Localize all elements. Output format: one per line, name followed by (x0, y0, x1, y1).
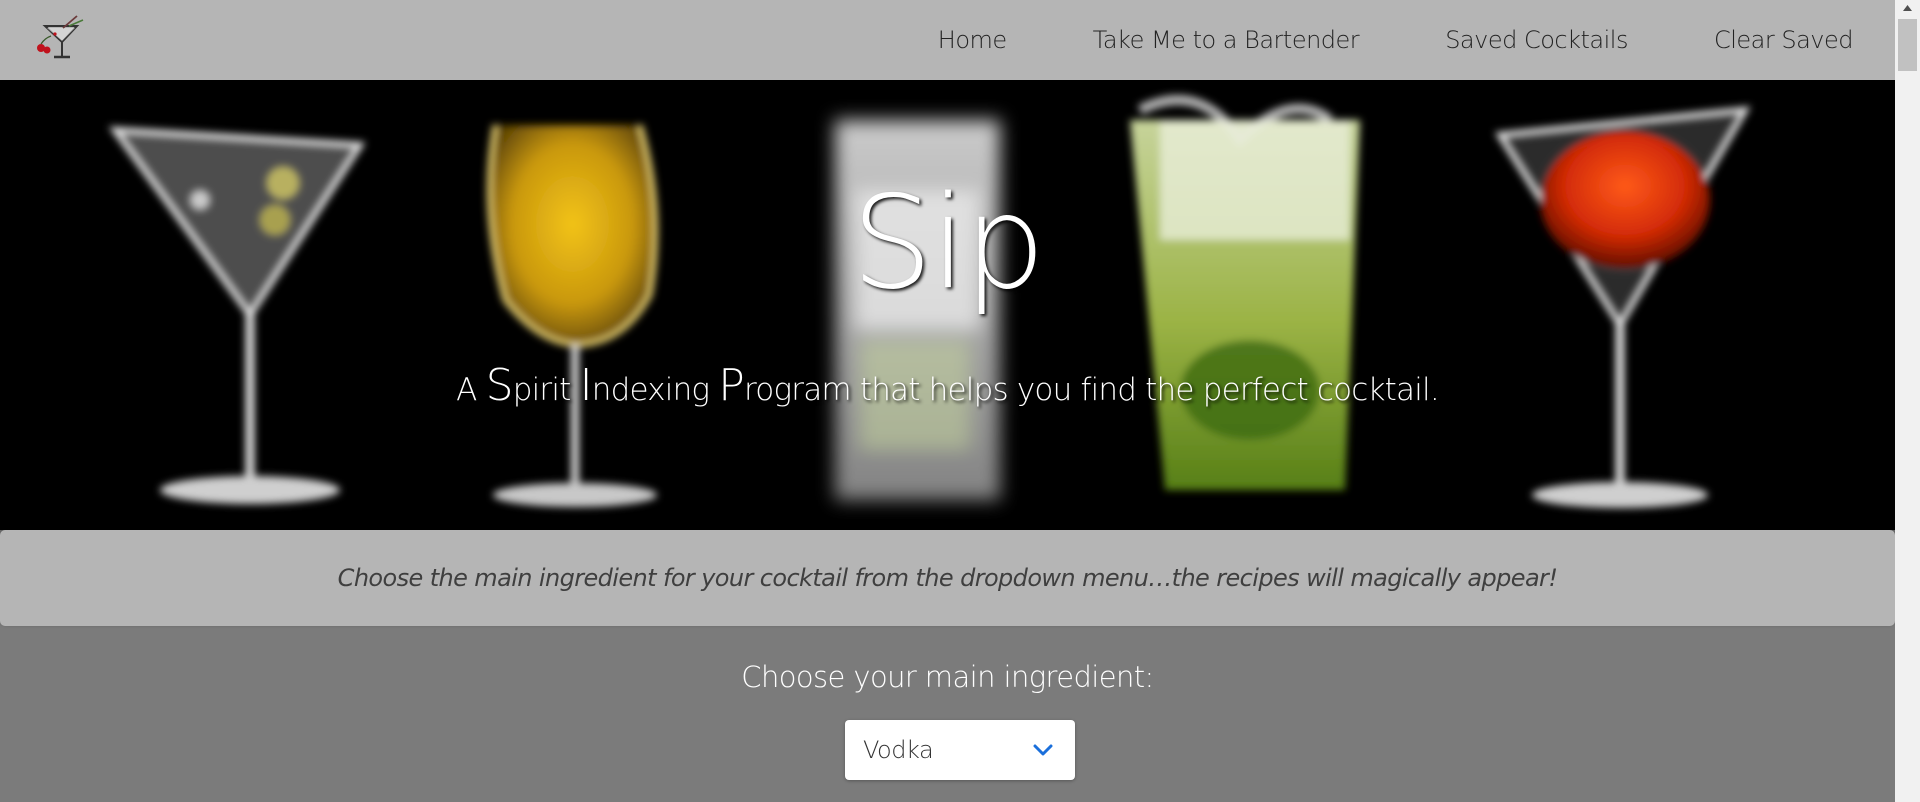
navbar: Home Take Me to a Bartender Saved Cockta… (0, 0, 1895, 80)
vertical-scrollbar[interactable] (1895, 0, 1920, 802)
nav-saved-cocktails-link[interactable]: Saved Cocktails (1445, 26, 1628, 54)
ingredient-select[interactable]: Vodka (845, 720, 1075, 780)
nav-clear-saved-link[interactable]: Clear Saved (1714, 26, 1854, 54)
subtitle-initial-i: I (579, 360, 593, 411)
instructions-text: Choose the main ingredient for your cock… (337, 564, 1558, 592)
nav-bartender-link[interactable]: Take Me to a Bartender (1093, 26, 1360, 54)
subtitle-part: pirit (512, 372, 580, 408)
cocktail-glass-icon[interactable] (33, 14, 89, 62)
ingredient-label: Choose your main ingredient: (741, 660, 1154, 694)
chevron-down-icon (1033, 744, 1053, 756)
page: Home Take Me to a Bartender Saved Cockta… (0, 0, 1895, 802)
hero-subtitle: A Spirit Indexing Program that helps you… (0, 360, 1895, 411)
hero-title: Sip (851, 169, 1045, 318)
subtitle-part: ndexing (591, 372, 719, 408)
nav-links: Home Take Me to a Bartender Saved Cockta… (938, 0, 1854, 80)
subtitle-initial-s: S (485, 360, 514, 411)
scrollbar-thumb[interactable] (1898, 19, 1917, 71)
hero-banner: Sip A Spirit Indexing Program that helps… (0, 80, 1895, 530)
scroll-up-arrow-icon[interactable] (1895, 0, 1920, 17)
ingredient-select-value: Vodka (863, 736, 934, 764)
subtitle-initial-p: P (718, 360, 745, 411)
instructions-bar: Choose the main ingredient for your cock… (0, 530, 1895, 626)
subtitle-part: rogram that helps you find the perfect c… (744, 372, 1440, 408)
nav-home-link[interactable]: Home (938, 26, 1007, 54)
subtitle-part: A (456, 372, 486, 408)
